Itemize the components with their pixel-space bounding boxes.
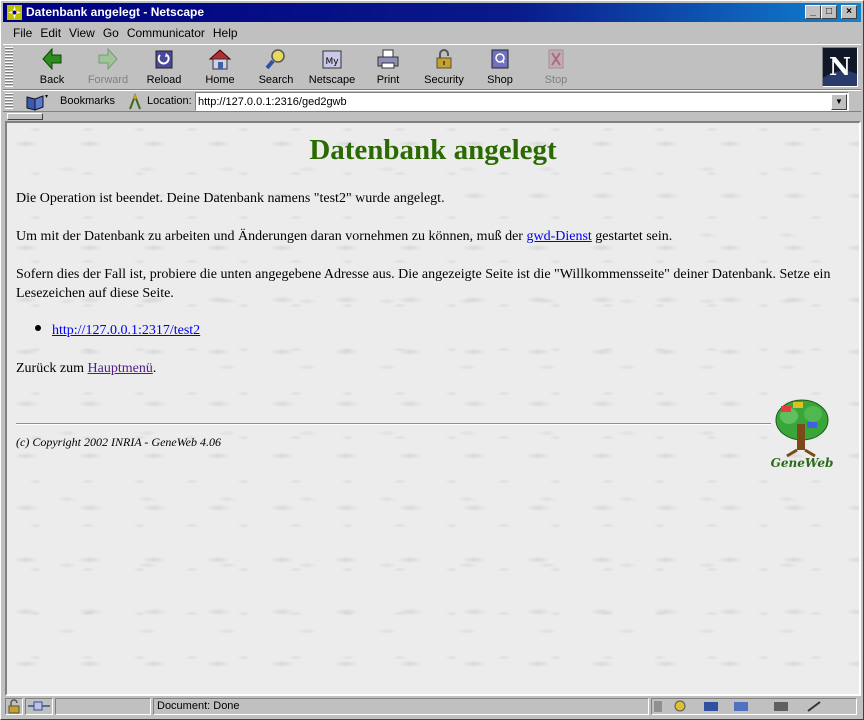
shop-icon	[491, 49, 509, 69]
page-content: Datenbank angelegt Die Operation ist bee…	[5, 121, 861, 696]
copyright-notice: (c) Copyright 2002 INRIA - GeneWeb 4.06	[16, 435, 221, 449]
svg-text:N: N	[829, 52, 851, 81]
netscape-button[interactable]: My Netscape	[303, 47, 361, 89]
forward-arrow-icon	[98, 47, 118, 71]
menu-edit[interactable]: Edit	[36, 24, 65, 40]
forward-button[interactable]: Forward	[79, 47, 137, 89]
menu-communicator[interactable]: Communicator	[123, 24, 209, 40]
gwd-service-link[interactable]: gwd-Dienst	[526, 229, 591, 244]
geneweb-tree-logo[interactable]: GeneWeb	[767, 398, 837, 470]
stop-icon	[548, 49, 564, 69]
status-bar: Document: Done	[3, 697, 861, 717]
navigation-toolbar: Back Forward Reload Home Search My Netsc…	[3, 44, 861, 90]
search-icon	[265, 49, 285, 70]
svg-text:My: My	[325, 57, 339, 67]
geneweb-logo-text: GeneWeb	[771, 456, 834, 470]
location-bar: Bookmarks Location: ▼	[3, 90, 861, 112]
database-url-link[interactable]: http://127.0.0.1:2317/test2	[52, 323, 200, 338]
maximize-button[interactable]: □	[821, 5, 837, 19]
back-arrow-icon	[42, 47, 62, 71]
page-title: Datenbank angelegt	[309, 134, 557, 166]
home-button[interactable]: Home	[191, 47, 249, 89]
discussion-icon	[734, 702, 748, 711]
security-button[interactable]: Security	[415, 47, 473, 89]
reload-icon	[155, 50, 173, 69]
status-message: Document: Done	[157, 700, 240, 712]
search-button[interactable]: Search	[247, 47, 305, 89]
network-plug-icon	[28, 701, 50, 711]
netscape-icon: My	[322, 50, 342, 69]
mail-icon	[704, 702, 718, 711]
shop-button[interactable]: Shop	[471, 47, 529, 89]
home-icon	[208, 49, 232, 70]
component-bar	[651, 698, 857, 715]
close-button[interactable]: ×	[841, 5, 857, 19]
bookmarks-label[interactable]: Bookmarks	[60, 95, 115, 107]
horizontal-rule	[16, 423, 771, 425]
bookmarks-icon[interactable]	[25, 93, 49, 111]
menu-bar: File Edit View Go Communicator Help	[3, 24, 861, 42]
welcome-page-instructions: Sofern dies der Fall ist, probiere die u…	[16, 267, 831, 301]
collapsed-toolbar-tab[interactable]	[7, 113, 43, 120]
menu-help[interactable]: Help	[209, 24, 242, 40]
back-text-after: .	[152, 361, 157, 376]
security-status-cell[interactable]	[5, 698, 23, 715]
browser-window: Datenbank angelegt - Netscape _ □ × File…	[0, 0, 864, 720]
list-bullet	[35, 325, 41, 331]
url-dropdown-button[interactable]: ▼	[831, 94, 847, 110]
database-address-list: http://127.0.0.1:2317/test2	[35, 323, 200, 339]
stop-button[interactable]: Stop	[527, 47, 585, 89]
back-button[interactable]: Back	[23, 47, 81, 89]
location-label: Location:	[147, 95, 192, 107]
menu-go[interactable]: Go	[99, 24, 123, 40]
gwd-instructions: Um mit der Datenbank zu arbeiten und Änd…	[16, 227, 846, 246]
netscape-throbber-logo[interactable]: N	[822, 47, 858, 87]
window-title: Datenbank angelegt - Netscape	[26, 5, 205, 19]
pen-icon	[807, 701, 821, 712]
progress-bar	[55, 698, 151, 715]
toolbar-grip[interactable]	[5, 47, 13, 87]
menu-file[interactable]: File	[9, 24, 36, 40]
print-button[interactable]: Print	[359, 47, 417, 89]
personal-toolbar-tab	[3, 113, 861, 121]
operation-message: Die Operation ist beendet. Deine Datenba…	[16, 191, 445, 206]
menu-view[interactable]: View	[65, 24, 99, 40]
security-lock-icon	[436, 49, 452, 69]
locbar-grip[interactable]	[5, 93, 13, 109]
composer-icon	[774, 702, 788, 711]
padlock-status-icon	[8, 699, 20, 714]
gwd-text-after: gestartet sein.	[591, 229, 673, 244]
component-bar-icons[interactable]	[652, 699, 856, 714]
navigator-icon	[674, 700, 686, 712]
url-input[interactable]	[195, 92, 849, 111]
back-text-before: Zurück zum	[16, 361, 88, 376]
gwd-text-before: Um mit der Datenbank zu arbeiten und Änd…	[16, 229, 527, 244]
connection-status-cell[interactable]	[25, 698, 53, 715]
back-to-menu: Zurück zum Hauptmenü.	[16, 359, 846, 378]
reload-button[interactable]: Reload	[135, 47, 193, 89]
location-page-icon[interactable]	[127, 93, 143, 111]
main-menu-link[interactable]: Hauptmenü	[88, 361, 153, 376]
minimize-button[interactable]: _	[805, 5, 821, 19]
title-bar[interactable]: Datenbank angelegt - Netscape _ □ ×	[3, 3, 861, 22]
print-icon	[377, 49, 399, 69]
netscape-n-icon: N	[823, 48, 857, 86]
netscape-app-icon	[7, 5, 22, 20]
